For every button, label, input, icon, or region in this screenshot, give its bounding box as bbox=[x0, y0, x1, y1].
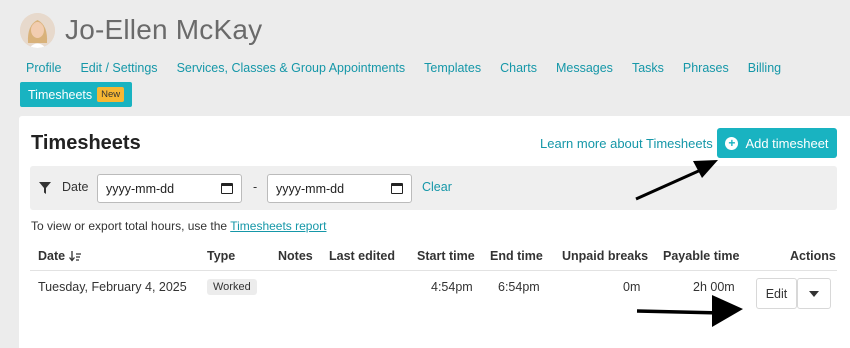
nav-templates[interactable]: Templates bbox=[424, 61, 481, 75]
add-timesheet-button[interactable]: + Add timesheet bbox=[717, 128, 837, 158]
date-to-placeholder: yyyy-mm-dd bbox=[276, 181, 345, 196]
calendar-icon[interactable] bbox=[391, 183, 403, 194]
nav-edit-settings[interactable]: Edit / Settings bbox=[80, 61, 157, 75]
column-header-end-time: End time bbox=[490, 249, 543, 263]
row-actions-dropdown[interactable] bbox=[797, 278, 831, 309]
profile-header: Jo-Ellen McKay bbox=[20, 10, 262, 50]
nav-phrases[interactable]: Phrases bbox=[683, 61, 729, 75]
nav-profile[interactable]: Profile bbox=[26, 61, 61, 75]
filter-bar: Date yyyy-mm-dd - yyyy-mm-dd Clear bbox=[30, 166, 837, 210]
timesheets-card: Timesheets Learn more about Timesheets +… bbox=[19, 116, 850, 348]
row-start-time: 4:54pm bbox=[431, 280, 473, 294]
nav-messages[interactable]: Messages bbox=[556, 61, 613, 75]
date-from-input[interactable]: yyyy-mm-dd bbox=[97, 174, 242, 203]
row-type-badge: Worked bbox=[207, 279, 257, 295]
filter-date-label: Date bbox=[62, 180, 89, 194]
report-note: To view or export total hours, use the T… bbox=[31, 219, 326, 233]
row-payable-time: 2h 00m bbox=[693, 280, 735, 294]
row-unpaid-breaks: 0m bbox=[623, 280, 641, 294]
column-header-notes: Notes bbox=[278, 249, 313, 263]
column-header-payable-time: Payable time bbox=[663, 249, 740, 263]
table-divider bbox=[30, 270, 837, 271]
sort-icon[interactable] bbox=[69, 251, 82, 262]
clear-filter-link[interactable]: Clear bbox=[422, 180, 452, 194]
edit-button[interactable]: Edit bbox=[756, 278, 797, 309]
date-from-placeholder: yyyy-mm-dd bbox=[106, 181, 175, 196]
plus-icon: + bbox=[725, 136, 739, 150]
calendar-icon[interactable] bbox=[221, 183, 233, 194]
tab-timesheets[interactable]: Timesheets New bbox=[20, 82, 133, 107]
row-end-time: 6:54pm bbox=[498, 280, 540, 294]
report-note-text: To view or export total hours, use the bbox=[31, 219, 231, 233]
column-header-unpaid-breaks: Unpaid breaks bbox=[562, 249, 649, 263]
timesheets-report-link[interactable]: Timesheets report bbox=[230, 219, 326, 233]
tab-timesheets-label: Timesheets bbox=[28, 87, 93, 102]
nav-tasks[interactable]: Tasks bbox=[632, 61, 664, 75]
date-separator: - bbox=[253, 180, 258, 194]
column-header-type: Type bbox=[207, 249, 236, 263]
filter-icon bbox=[39, 182, 51, 194]
nav-billing[interactable]: Billing bbox=[748, 61, 781, 75]
page-title: Timesheets bbox=[31, 132, 141, 154]
learn-more-link[interactable]: Learn more about Timesheets bbox=[540, 136, 713, 151]
column-header-last-edited: Last edited bbox=[329, 249, 395, 263]
column-header-start-time: Start time bbox=[417, 249, 475, 263]
new-badge: New bbox=[97, 87, 125, 102]
nav-services[interactable]: Services, Classes & Group Appointments bbox=[177, 61, 406, 75]
nav-charts[interactable]: Charts bbox=[500, 61, 537, 75]
column-header-actions: Actions bbox=[790, 249, 836, 263]
row-date: Tuesday, February 4, 2025 bbox=[38, 280, 187, 294]
column-header-date[interactable]: Date bbox=[38, 249, 82, 263]
avatar bbox=[20, 12, 55, 48]
column-header-date-label: Date bbox=[38, 249, 66, 263]
date-to-input[interactable]: yyyy-mm-dd bbox=[267, 174, 412, 203]
caret-down-icon bbox=[809, 290, 819, 297]
user-name: Jo-Ellen McKay bbox=[65, 14, 263, 45]
profile-nav: Profile Edit / Settings Services, Classe… bbox=[26, 61, 800, 75]
add-timesheet-label: Add timesheet bbox=[745, 135, 829, 151]
